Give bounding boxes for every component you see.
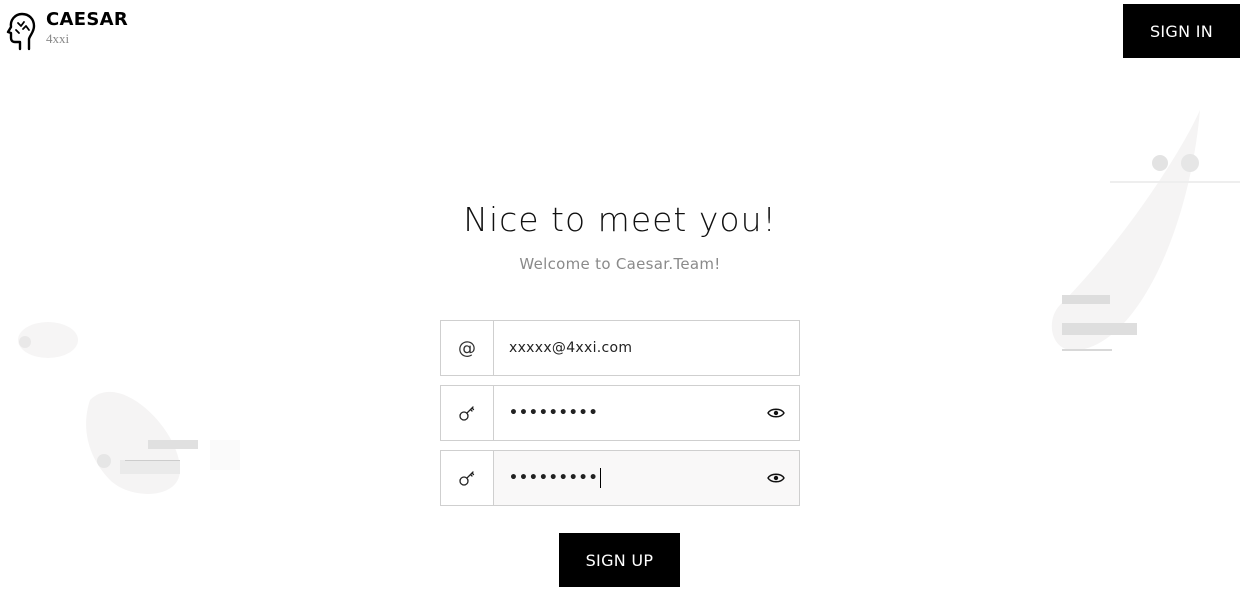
head-profile-icon [6,12,36,51]
key-icon [441,451,494,505]
brand-subtitle: 4xxi [46,31,70,46]
text-caret [599,468,601,488]
brand-name: CAESAR [46,9,128,30]
at-icon: @ [441,321,494,375]
password-input[interactable]: ••••••••• [494,386,753,440]
confirm-password-value: ••••••••• [509,470,599,486]
confirm-password-field[interactable]: ••••••••• [440,450,800,506]
email-input[interactable]: xxxxx@4xxi.com [494,321,799,375]
page-subtitle: Welcome to Caesar.Team! [519,255,721,273]
eye-icon[interactable] [753,386,799,440]
sign-in-button[interactable]: SIGN IN [1123,4,1240,58]
eye-icon[interactable] [753,451,799,505]
key-icon [441,386,494,440]
brand-logo[interactable]: CAESAR 4xxi [4,10,128,51]
decor-left-illustration [18,322,240,494]
confirm-password-input[interactable]: ••••••••• [494,451,753,505]
page-title: Nice to meet you! [463,200,777,239]
password-field[interactable]: ••••••••• [440,385,800,441]
sign-up-button[interactable]: SIGN UP [559,533,680,587]
email-field[interactable]: @ xxxxx@4xxi.com [440,320,800,376]
